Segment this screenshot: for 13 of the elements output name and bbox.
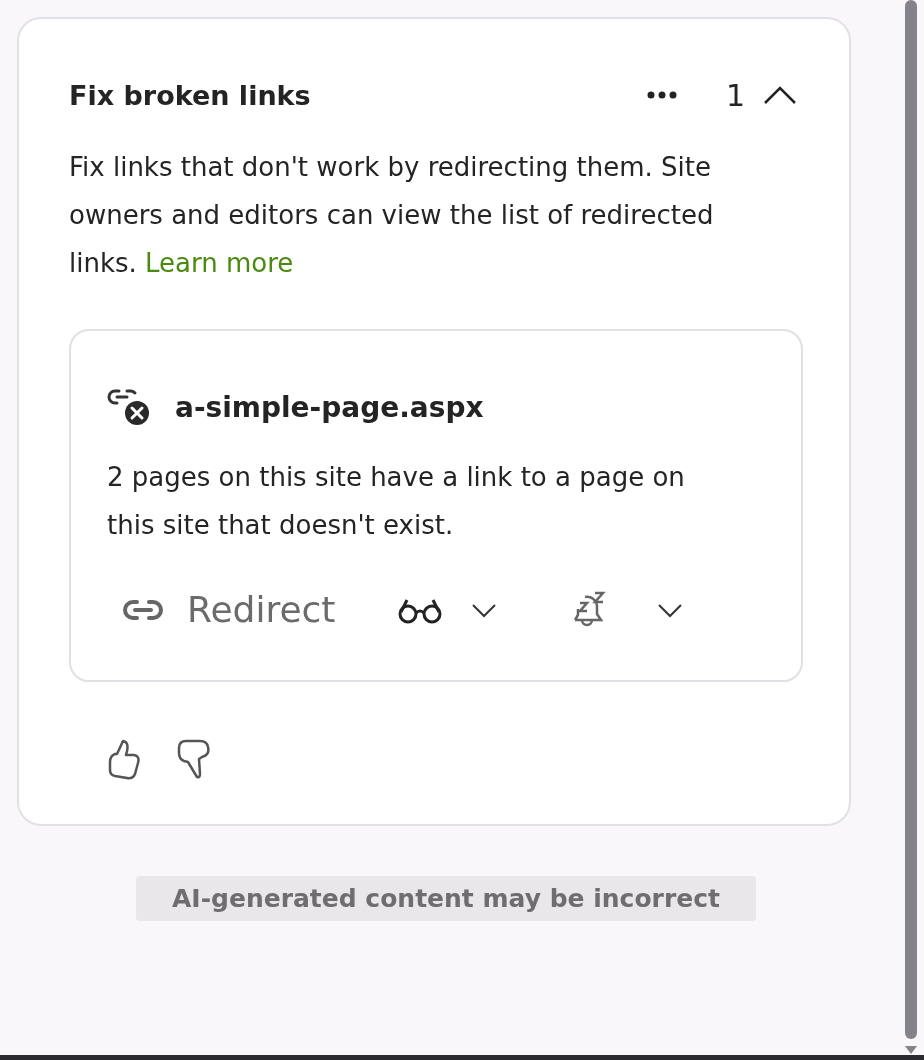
chevron-down-icon	[471, 601, 498, 618]
issue-count: 1	[725, 77, 745, 113]
description-text: Fix links that don't work by redirecting them. Site owners and editors can view the list of redirected links. Learn more	[69, 151, 715, 280]
redirect-button[interactable]: Redirect	[107, 579, 352, 640]
issue-text: 2 pages on this site have a link to a page on this site that doesn't exist.	[107, 461, 686, 542]
learn-more-link[interactable]: Learn more	[145, 248, 294, 278]
card-title: Fix broken links	[69, 79, 312, 111]
more-icon	[645, 90, 678, 100]
scroll-down-icon[interactable]	[904, 1045, 918, 1055]
page-filename: a-simple-page.aspx	[175, 390, 484, 424]
link-icon	[123, 597, 163, 622]
chevron-down-icon	[657, 601, 684, 618]
ai-disclaimer: AI-generated content may be incorrect	[136, 876, 756, 921]
